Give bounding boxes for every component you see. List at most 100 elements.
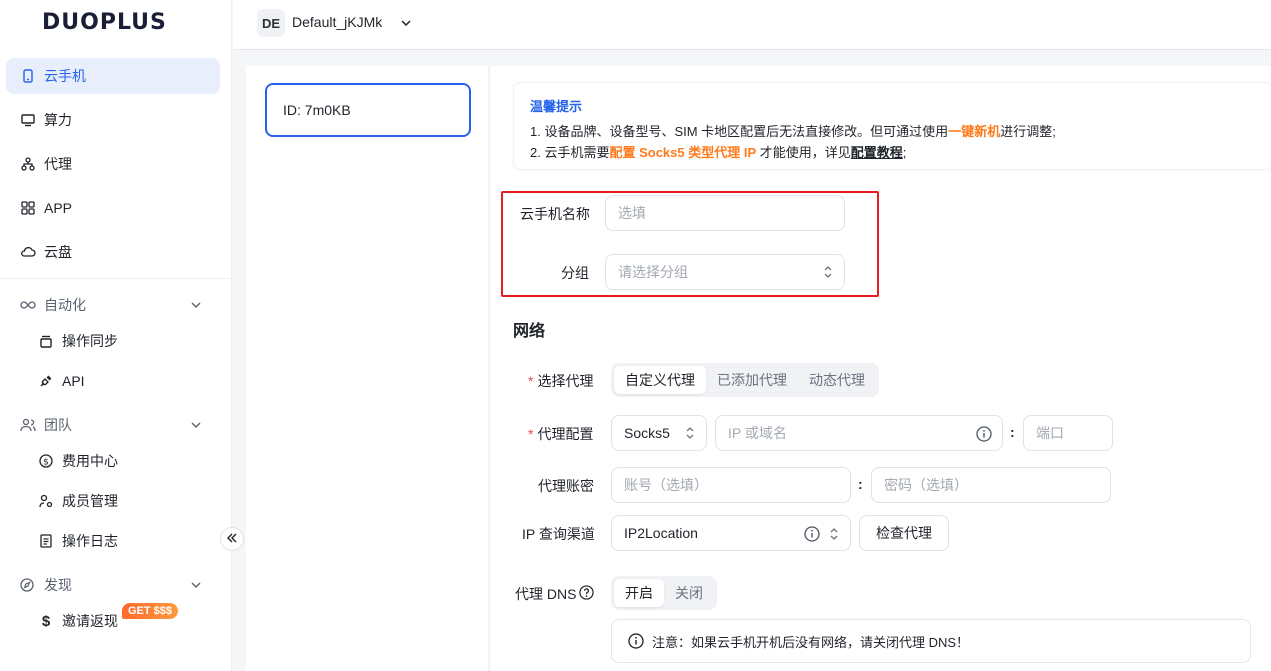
socks5-highlight: 配置 Socks5 类型代理 IP [609, 145, 757, 160]
sidebar-item-cloud-disk[interactable]: 云盘 [6, 234, 220, 270]
sidebar-item-billing[interactable]: $ 费用中心 [38, 445, 118, 477]
tips-line-1: 1. 设备品牌、设备型号、SIM 卡地区配置后无法直接修改。但可通过使用一键新机… [530, 121, 1056, 140]
sync-icon [38, 333, 54, 349]
sidebar-item-label: 云盘 [44, 244, 72, 260]
sidebar-item-api[interactable]: API [38, 365, 85, 397]
sidebar-item-label: APP [44, 200, 73, 216]
proxy-username-input[interactable]: 账号（选填） [611, 467, 851, 503]
info-icon[interactable] [804, 526, 820, 545]
sidebar-divider [0, 278, 232, 279]
dns-toggle: 开启 关闭 [611, 576, 717, 610]
dns-off-option[interactable]: 关闭 [664, 579, 714, 607]
duoplus-logo[interactable]: DUOPLUS [42, 10, 167, 35]
sidebar-item-label: 代理 [44, 156, 72, 172]
device-list-panel [246, 66, 488, 671]
up-down-chevron-icon [828, 527, 840, 544]
device-name-input[interactable]: 选填 [605, 195, 845, 231]
compass-icon [20, 578, 36, 592]
sidebar-group-team[interactable]: 团队 [6, 409, 220, 441]
sidebar-item-cloud-phone[interactable]: 云手机 [6, 58, 220, 94]
tips-text: ; [902, 145, 907, 160]
chevron-down-icon[interactable] [400, 16, 412, 32]
monitor-icon [20, 112, 36, 128]
workspace-avatar[interactable]: DE [257, 9, 285, 37]
sidebar: DUOPLUS 云手机 算力 代理 APP 云盘 自动化 操作同步 API 团队 [0, 0, 232, 671]
proxy-protocol-select[interactable]: Socks5 [611, 415, 707, 451]
infinity-icon [20, 300, 36, 310]
config-tutorial-link[interactable]: 配置教程 [851, 145, 903, 160]
cloud-icon [20, 244, 36, 260]
svg-text:$: $ [43, 458, 49, 468]
chevron-down-icon [190, 578, 202, 594]
help-icon[interactable] [579, 585, 595, 603]
sidebar-item-label: 云手机 [44, 68, 86, 84]
colon-separator: : [858, 476, 863, 492]
device-name-label: 云手机名称 [520, 206, 590, 222]
chevron-down-icon [190, 418, 202, 434]
placeholder: 账号（选填） [624, 477, 708, 493]
colon-separator: : [1010, 424, 1015, 440]
required-mark: * [528, 373, 534, 389]
placeholder: 选填 [618, 205, 646, 221]
proxy-host-input[interactable]: IP 或域名 [715, 415, 1003, 451]
selected-value: IP2Location [624, 525, 698, 541]
required-mark: * [528, 426, 534, 442]
tab-added-proxy[interactable]: 已添加代理 [706, 366, 798, 394]
sidebar-group-automation[interactable]: 自动化 [6, 289, 220, 321]
group-select[interactable]: 请选择分组 [605, 254, 845, 290]
group-label: 分组 [561, 265, 589, 281]
placeholder: 请选择分组 [618, 264, 688, 280]
grid-icon [20, 200, 36, 216]
proxy-select-label: * 选择代理 [528, 371, 593, 391]
placeholder: IP 或域名 [728, 425, 787, 441]
group-label: 自动化 [44, 297, 86, 313]
phone-icon [20, 68, 36, 84]
sub-item-label: 操作同步 [62, 333, 118, 349]
get-cashback-badge: GET $$$ [122, 603, 179, 619]
one-click-new-device-link[interactable]: 一键新机 [948, 124, 1000, 139]
proxy-type-tabs: 自定义代理 已添加代理 动态代理 [611, 363, 879, 397]
users-icon [20, 418, 36, 432]
placeholder: 端口 [1036, 425, 1064, 441]
tab-custom-proxy[interactable]: 自定义代理 [614, 366, 706, 394]
label-text: 代理 DNS [515, 586, 577, 602]
proxy-password-input[interactable]: 密码（选填） [871, 467, 1111, 503]
dollar-sign-icon: $ [41, 612, 51, 630]
sub-item-label: 成员管理 [62, 493, 118, 509]
placeholder: 密码（选填） [884, 477, 968, 493]
sidebar-item-logs[interactable]: 操作日志 [38, 525, 118, 557]
label-text: 选择代理 [537, 373, 594, 389]
dns-notice: 注意：如果云手机开机后没有网络，请关闭代理 DNS！ [611, 619, 1251, 663]
ip-channel-label: IP 查询渠道 [522, 526, 595, 542]
check-proxy-button[interactable]: 检查代理 [859, 515, 949, 551]
sidebar-item-operation-sync[interactable]: 操作同步 [38, 325, 118, 357]
tips-title: 温馨提示 [530, 99, 583, 114]
sidebar-group-discover[interactable]: 发现 [6, 569, 220, 601]
sidebar-item-label: 算力 [44, 112, 72, 128]
network-icon [20, 156, 36, 172]
ip-channel-select[interactable]: IP2Location [611, 515, 851, 551]
sub-item-label: API [62, 373, 85, 389]
device-card[interactable]: ID: 7m0KB [265, 83, 471, 137]
sidebar-item-compute[interactable]: 算力 [6, 102, 220, 138]
sidebar-item-invite-cashback[interactable]: $ 邀请返现 [38, 605, 118, 637]
sidebar-item-proxy[interactable]: 代理 [6, 146, 220, 182]
tips-text: 才能使用，详见 [756, 145, 851, 160]
tips-text: 2. 云手机需要 [530, 145, 610, 160]
collapse-sidebar-button[interactable] [220, 527, 244, 551]
proxy-port-input[interactable]: 端口 [1023, 415, 1113, 451]
group-label: 发现 [44, 577, 72, 593]
info-icon[interactable] [976, 426, 992, 442]
tips-text: 1. 设备品牌、设备型号、SIM 卡地区配置后无法直接修改。但可通过使用 [530, 124, 949, 139]
dollar-icon: $ [38, 453, 54, 469]
select-trailing-icons [804, 526, 840, 545]
selected-value: Socks5 [624, 425, 670, 441]
network-section-title: 网络 [513, 323, 546, 340]
tab-dynamic-proxy[interactable]: 动态代理 [798, 366, 876, 394]
workspace-name[interactable]: Default_jKJMk [292, 14, 382, 30]
dns-on-option[interactable]: 开启 [614, 579, 664, 607]
sidebar-item-members[interactable]: 成员管理 [38, 485, 118, 517]
notice-text: 注意：如果云手机开机后没有网络，请关闭代理 DNS！ [652, 634, 970, 650]
sidebar-item-app[interactable]: APP [6, 190, 220, 226]
up-down-chevron-icon [684, 426, 696, 440]
